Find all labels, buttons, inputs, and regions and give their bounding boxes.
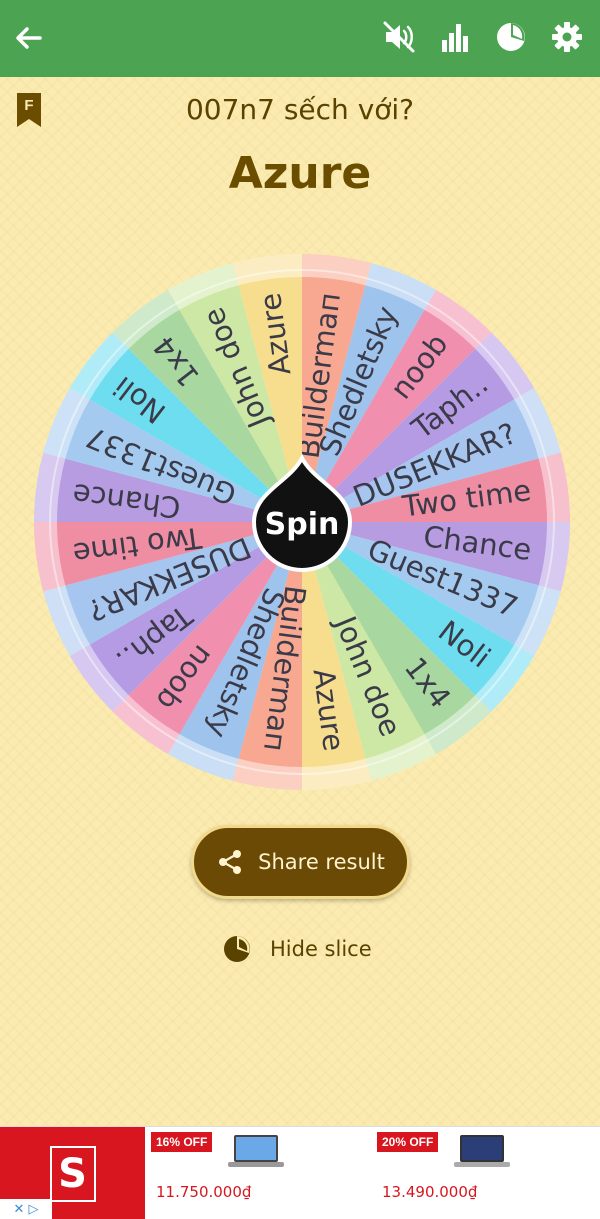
discount-badge: 16% OFF bbox=[151, 1132, 213, 1152]
hide-slice-button[interactable]: Hide slice bbox=[222, 930, 372, 968]
product-price: 13.490.000₫ bbox=[382, 1183, 478, 1201]
ad-banner[interactable]: S ✕ ▷ 16% OFF 11.750.000₫ 20% OFF 13.490.… bbox=[0, 1126, 600, 1219]
hide-slice-label: Hide slice bbox=[270, 937, 372, 961]
share-icon bbox=[219, 850, 242, 874]
result-label: Azure bbox=[228, 148, 372, 199]
spin-label: Spin bbox=[265, 507, 340, 542]
mute-button[interactable] bbox=[380, 18, 418, 56]
laptop-icon bbox=[228, 1135, 284, 1167]
pie-icon bbox=[497, 23, 525, 51]
pie-slice-icon bbox=[224, 936, 250, 962]
ad-logo-letter: S bbox=[49, 1145, 96, 1202]
mute-icon bbox=[383, 21, 415, 53]
laptop-icon bbox=[454, 1135, 510, 1167]
adchoices-icon[interactable]: ✕ ▷ bbox=[0, 1199, 52, 1219]
stats-icon bbox=[442, 24, 468, 52]
discount-badge: 20% OFF bbox=[377, 1132, 439, 1152]
gear-icon bbox=[552, 22, 582, 52]
question-title: 007n7 sếch với? bbox=[185, 93, 415, 126]
ad-product-1[interactable]: 16% OFF 11.750.000₫ bbox=[146, 1127, 366, 1219]
stats-button[interactable] bbox=[436, 18, 474, 56]
app-bar bbox=[0, 0, 600, 77]
pie-button[interactable] bbox=[492, 18, 530, 56]
spin-wheel[interactable]: BuildermaпShedletskynoobTaph..DUSEKKAR?T… bbox=[32, 252, 572, 792]
product-price: 11.750.000₫ bbox=[156, 1183, 252, 1201]
ad-product-2[interactable]: 20% OFF 13.490.000₫ bbox=[372, 1127, 592, 1219]
settings-button[interactable] bbox=[548, 18, 586, 56]
share-result-button[interactable]: Share result bbox=[191, 825, 410, 899]
share-result-label: Share result bbox=[258, 850, 385, 874]
back-arrow-icon[interactable] bbox=[12, 22, 44, 54]
